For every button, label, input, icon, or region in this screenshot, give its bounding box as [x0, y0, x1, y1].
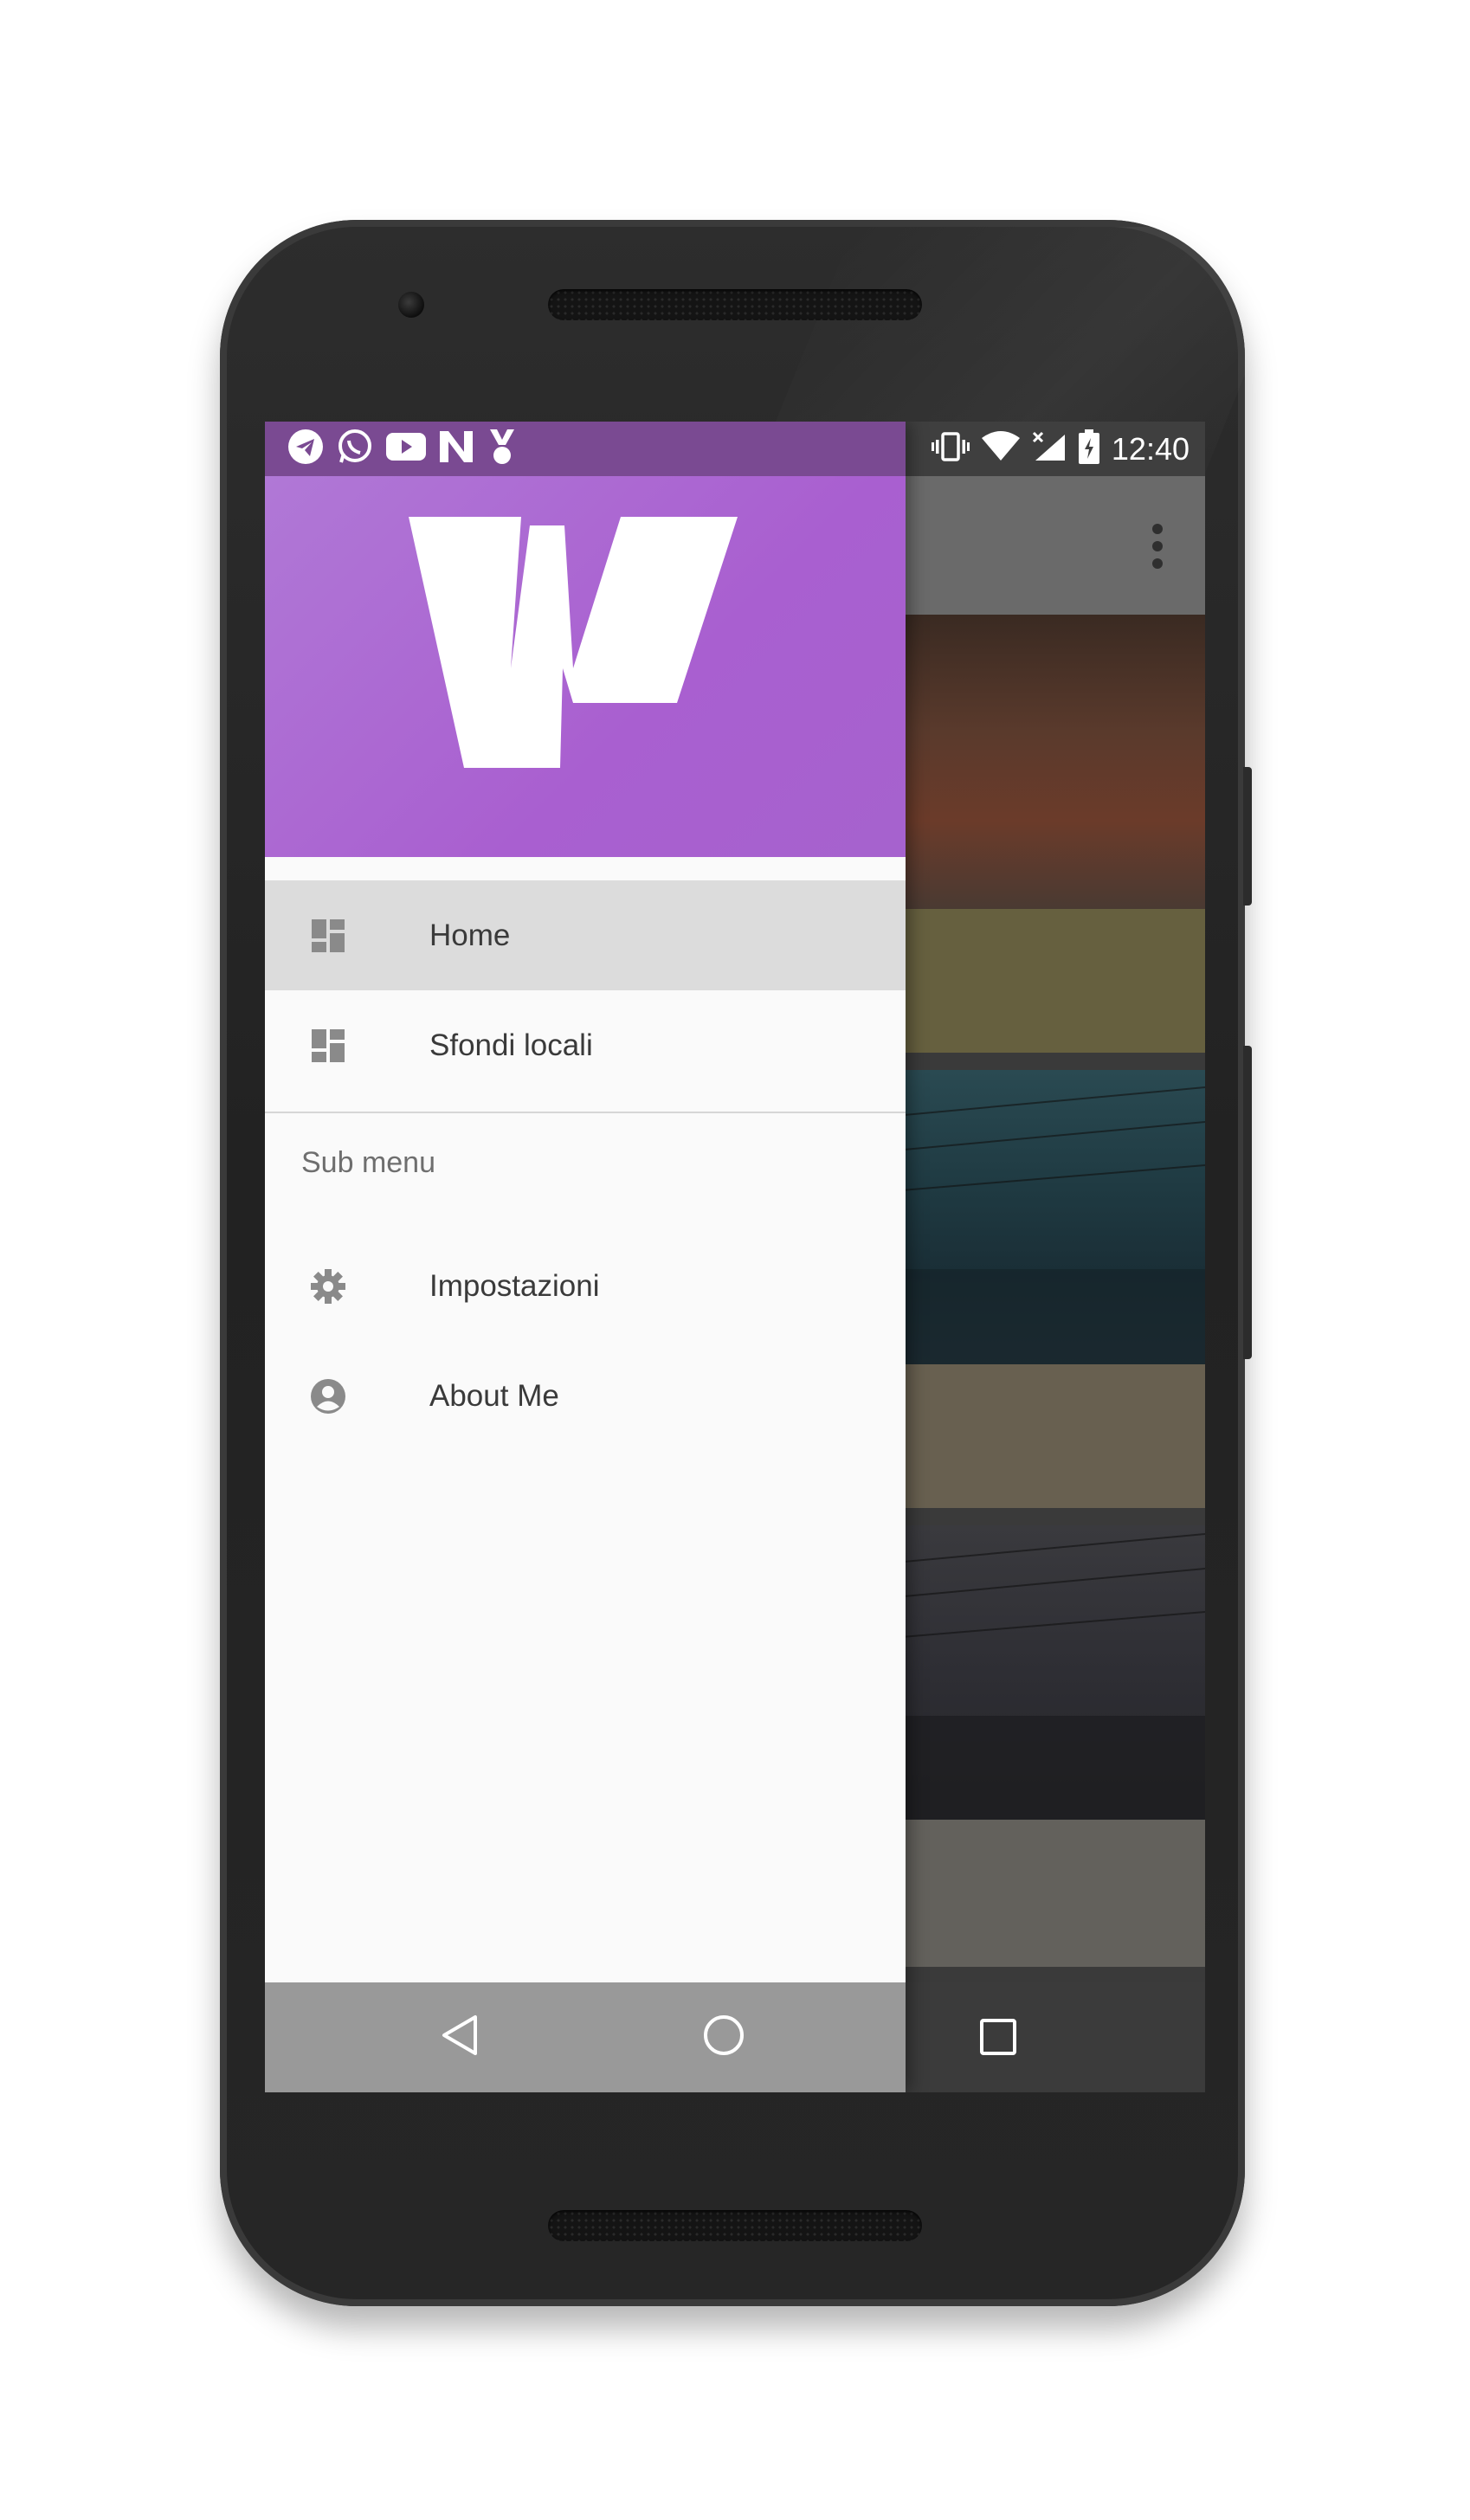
account-circle-icon: [310, 1378, 346, 1415]
recents-button[interactable]: [1200, 1982, 1205, 2092]
drawer-item-impostazioni[interactable]: Impostazioni: [265, 1231, 906, 1341]
youtube-icon: [386, 431, 426, 467]
telegram-icon: [287, 429, 324, 469]
drawer-divider: [265, 1112, 906, 1113]
whatsapp-icon: [336, 428, 374, 470]
navigation-drawer: Home Sfondi locali Sub menu Impostazioni…: [265, 422, 906, 2092]
drawer-item-about-me[interactable]: About Me: [265, 1341, 906, 1451]
drawer-status-bar: [265, 422, 906, 476]
recents-icon[interactable]: [980, 2019, 1016, 2055]
drawer-item-label: Home: [429, 918, 511, 952]
back-icon: [441, 2014, 480, 2061]
drawer-subheader: Sub menu: [301, 1145, 435, 1179]
front-camera: [398, 292, 424, 318]
dashboard-icon: [310, 918, 346, 954]
overflow-menu-icon[interactable]: [1135, 511, 1178, 580]
drawer-item-label: Impostazioni: [429, 1268, 600, 1303]
vibrate-icon: [931, 431, 970, 467]
top-speaker: [548, 289, 922, 320]
drawer-header: [265, 476, 906, 857]
back-button[interactable]: [409, 1982, 513, 2092]
drawer-item-label: Sfondi locali: [429, 1028, 593, 1062]
screen: 12:40 Home Sfondi locali Sub menu Impost…: [265, 422, 1205, 2092]
status-clock: 12:40: [1111, 430, 1190, 467]
home-icon: [702, 2014, 745, 2061]
drawer-item-sfondi-locali[interactable]: Sfondi locali: [265, 990, 906, 1100]
system-status-icons: 12:40: [931, 422, 1190, 476]
n-app-icon: [438, 429, 474, 468]
wifi-icon: [981, 431, 1020, 467]
drawer-item-home[interactable]: Home: [265, 880, 906, 990]
dashboard-icon: [310, 1028, 346, 1064]
battery-charging-icon: [1078, 429, 1099, 468]
drawer-item-label: About Me: [429, 1378, 559, 1413]
bottom-speaker: [548, 2210, 922, 2241]
signal-no-data-icon: [1032, 431, 1067, 467]
gear-icon: [310, 1268, 346, 1305]
home-button[interactable]: [672, 1982, 776, 2092]
medal-icon: [487, 428, 518, 470]
power-button: [1243, 767, 1252, 906]
drawer-navigation-bar: [265, 1982, 906, 2092]
app-logo: [409, 517, 738, 768]
volume-button: [1243, 1046, 1252, 1359]
